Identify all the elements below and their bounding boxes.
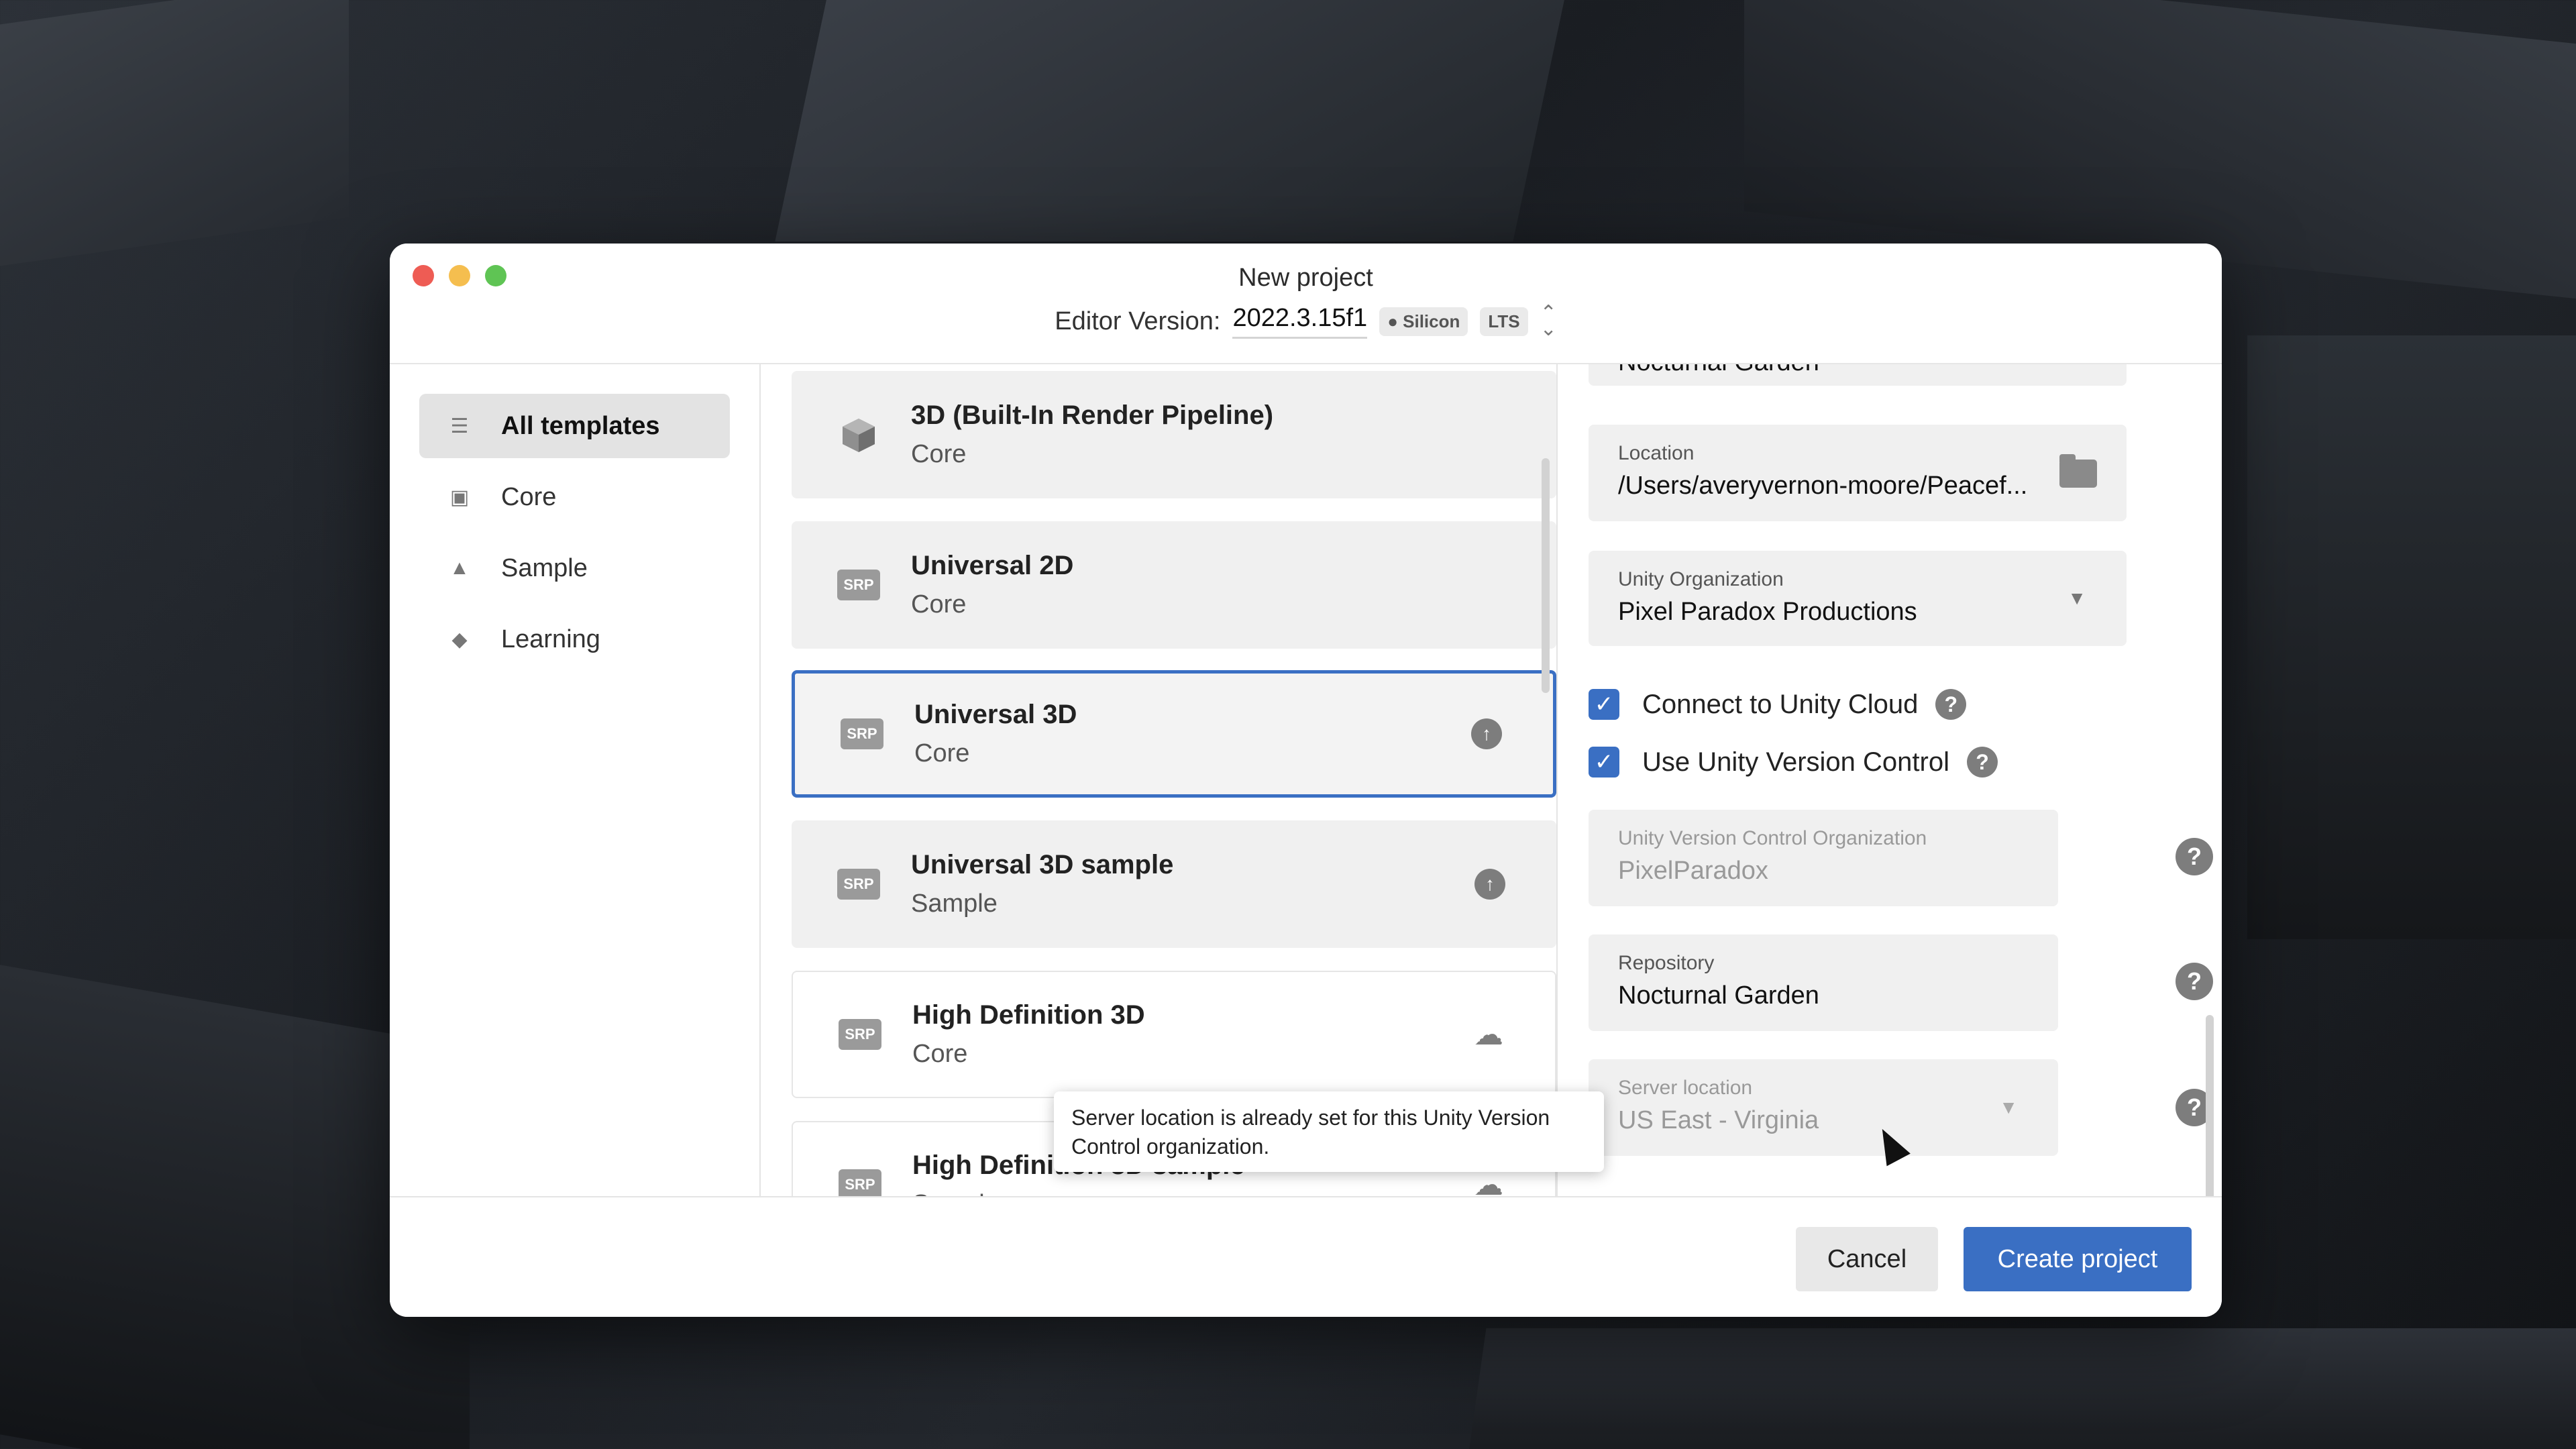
template-text: High Definition 3D Core	[912, 1000, 1145, 1069]
sample-icon: ▲	[449, 557, 470, 579]
location-label: Location	[1618, 442, 1695, 464]
srp-icon: SRP	[841, 718, 883, 749]
connect-cloud-checkbox[interactable]: ✓	[1589, 689, 1619, 720]
cancel-button[interactable]: Cancel	[1796, 1227, 1938, 1291]
sidebar-item-label: Learning	[501, 625, 600, 653]
server-location-value: US East - Virginia	[1618, 1106, 1819, 1134]
template-category: Core	[911, 440, 967, 468]
sidebar-item-label: Sample	[501, 553, 588, 582]
srp-icon: SRP	[839, 1019, 881, 1050]
silicon-badge: ● Silicon	[1379, 307, 1468, 336]
form-scrollbar[interactable]	[2206, 1015, 2214, 1196]
version-control-row: ✓ Use Unity Version Control ?	[1589, 747, 1998, 777]
template-list-scrollbar[interactable]	[1542, 458, 1550, 693]
project-settings-form: Nocturnal Garden Location /Users/averyve…	[1559, 364, 2222, 1196]
chevron-down-icon: ▼	[1999, 1097, 2018, 1118]
help-icon[interactable]: ?	[1935, 689, 1967, 720]
repository-value: Nocturnal Garden	[1618, 981, 1819, 1010]
help-icon[interactable]: ?	[2176, 963, 2213, 1000]
repository-label: Repository	[1618, 952, 1715, 974]
help-icon[interactable]: ?	[1966, 747, 1998, 777]
repository-field[interactable]: Repository Nocturnal Garden	[1589, 934, 2058, 1031]
template-sidebar: ☰ All templates ▣ Core ▲ Sample ◆ Learni…	[390, 364, 761, 1196]
cloud-download-icon[interactable]: ☁	[1473, 1169, 1504, 1197]
organization-label: Unity Organization	[1618, 568, 1784, 590]
template-category: Sample	[912, 1190, 1245, 1196]
organization-value: Pixel Paradox Productions	[1618, 598, 1917, 626]
background-block	[2247, 335, 2576, 939]
template-category: Core	[914, 739, 970, 767]
uvc-organization-value: PixelParadox	[1618, 857, 1768, 885]
cloud-download-icon[interactable]: ☁	[1473, 1018, 1504, 1051]
editor-version-label: Editor Version:	[1055, 307, 1221, 335]
learning-icon: ◆	[451, 628, 468, 651]
folder-icon[interactable]	[2059, 454, 2097, 488]
chevron-down-icon: ▼	[2068, 588, 2086, 608]
template-name: Universal 2D	[911, 551, 1074, 580]
sidebar-item-core[interactable]: ▣ Core	[419, 465, 730, 529]
sidebar-item-label: All templates	[501, 411, 660, 440]
template-category: Sample	[911, 890, 998, 918]
version-stepper-icon[interactable]: ⌃ ⌄	[1540, 303, 1557, 339]
template-card-universal-2d[interactable]: SRP Universal 2D Core	[792, 521, 1556, 649]
template-text: Universal 2D Core	[911, 551, 1073, 619]
dialog-footer: Cancel Create project	[390, 1196, 2222, 1317]
list-icon: ☰	[450, 415, 469, 437]
uvc-organization-field: Unity Version Control Organization Pixel…	[1589, 810, 2058, 906]
template-card-high-definition-3d[interactable]: SRP High Definition 3D Core ☁	[792, 971, 1556, 1098]
sidebar-item-all-templates[interactable]: ☰ All templates	[419, 394, 730, 458]
sidebar-item-label: Core	[501, 482, 557, 511]
connect-cloud-row: ✓ Connect to Unity Cloud ?	[1589, 689, 1967, 720]
help-icon[interactable]: ?	[2176, 838, 2213, 875]
background-block	[0, 0, 349, 266]
srp-icon: SRP	[837, 570, 880, 600]
title-bar: New project Editor Version: 2022.3.15f1 …	[390, 244, 2222, 364]
location-field[interactable]: Location /Users/averyvernon-moore/Peacef…	[1589, 425, 2127, 521]
silicon-badge-label: Silicon	[1403, 311, 1460, 331]
upload-icon[interactable]: ↑	[1474, 869, 1505, 900]
server-location-tooltip: Server location is already set for this …	[1054, 1091, 1604, 1172]
background-block	[775, 0, 1573, 241]
editor-version-select[interactable]: 2022.3.15f1	[1232, 304, 1368, 339]
server-location-select: Server location US East - Virginia ▼	[1589, 1059, 2058, 1156]
template-category: Core	[912, 1040, 968, 1068]
template-name: Universal 3D sample	[911, 850, 1174, 879]
version-control-label: Use Unity Version Control	[1642, 747, 1949, 777]
window-title: New project	[1238, 264, 1373, 292]
upload-icon[interactable]: ↑	[1471, 718, 1502, 749]
editor-version-row: Editor Version: 2022.3.15f1 ● Silicon LT…	[390, 303, 2222, 339]
sidebar-item-sample[interactable]: ▲ Sample	[419, 536, 730, 600]
sidebar-item-learning[interactable]: ◆ Learning	[419, 607, 730, 672]
core-icon: ▣	[449, 486, 470, 508]
srp-icon: SRP	[839, 1169, 881, 1196]
project-name-value: Nocturnal Garden	[1618, 364, 2097, 377]
template-name: High Definition 3D	[912, 1000, 1145, 1030]
template-list: 3D (Built-In Render Pipeline) Core SRP U…	[762, 364, 1558, 1196]
create-project-button[interactable]: Create project	[1964, 1227, 2192, 1291]
location-value: /Users/averyvernon-moore/Peacef...	[1618, 472, 2028, 500]
template-text: Universal 3D sample Sample	[911, 850, 1173, 918]
project-name-field[interactable]: Nocturnal Garden	[1589, 364, 2127, 386]
template-card-universal-3d-sample[interactable]: SRP Universal 3D sample Sample ↑	[792, 820, 1556, 948]
background-block	[1465, 1328, 2576, 1449]
server-location-label: Server location	[1618, 1077, 1753, 1099]
lts-badge: LTS	[1480, 307, 1528, 336]
apple-icon: ●	[1387, 311, 1403, 331]
srp-icon: SRP	[837, 869, 880, 900]
cube-icon	[837, 413, 880, 456]
template-card-3d-builtin[interactable]: 3D (Built-In Render Pipeline) Core	[792, 371, 1556, 498]
version-control-checkbox[interactable]: ✓	[1589, 747, 1619, 777]
template-card-universal-3d[interactable]: SRP Universal 3D Core ↑	[792, 670, 1556, 798]
template-text: 3D (Built-In Render Pipeline) Core	[911, 400, 1273, 469]
unity-organization-select[interactable]: Unity Organization Pixel Paradox Product…	[1589, 551, 2127, 646]
template-category: Core	[911, 590, 967, 619]
connect-cloud-label: Connect to Unity Cloud	[1642, 689, 1919, 719]
uvc-organization-label: Unity Version Control Organization	[1618, 827, 1927, 849]
template-name: 3D (Built-In Render Pipeline)	[911, 400, 1274, 430]
template-name: Universal 3D	[914, 700, 1077, 729]
template-text: Universal 3D Core	[914, 700, 1077, 768]
